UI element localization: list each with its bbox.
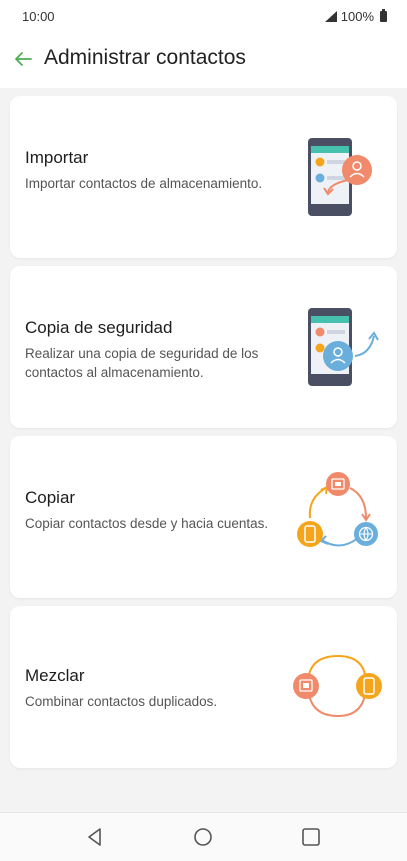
nav-back-icon[interactable] (83, 825, 107, 849)
card-description: Realizar una copia de seguridad de los c… (25, 346, 259, 380)
nav-home-icon[interactable] (191, 825, 215, 849)
phone-import-icon (308, 138, 372, 216)
page-title: Administrar contactos (44, 46, 246, 69)
copy-cycle-icon (297, 472, 378, 547)
main-content: Importar Importar contactos de almacenam… (0, 88, 407, 812)
card-title: Mezclar (25, 666, 85, 685)
card-title: Importar (25, 148, 89, 167)
card-description: Importar contactos de almacenamiento. (25, 176, 263, 191)
card-description: Copiar contactos desde y hacia cuentas. (25, 516, 269, 531)
card-copiar[interactable]: Copiar Copiar contactos desde y hacia cu… (10, 436, 397, 598)
signal-icon (324, 11, 337, 22)
app-bar: Administrar contactos (0, 32, 407, 88)
phone-backup-icon (308, 308, 379, 386)
card-title: Copiar (25, 488, 76, 507)
navigation-bar (0, 812, 407, 861)
status-right: 100% (324, 9, 387, 24)
status-time: 10:00 (22, 9, 55, 24)
status-bar: 10:00 100% (0, 0, 407, 32)
merge-icon (293, 654, 382, 718)
card-title: Copia de seguridad (25, 318, 173, 337)
card-description: Combinar contactos duplicados. (25, 694, 218, 709)
battery-percent: 100% (340, 9, 374, 24)
card-importar[interactable]: Importar Importar contactos de almacenam… (10, 96, 397, 258)
card-copia-de-seguridad[interactable]: Copia de seguridad Realizar una copia de… (10, 266, 397, 428)
battery-icon (380, 9, 387, 22)
nav-recents-icon[interactable] (299, 825, 323, 849)
card-mezclar[interactable]: Mezclar Combinar contactos duplicados. (10, 606, 397, 768)
back-arrow-icon[interactable] (10, 46, 36, 72)
